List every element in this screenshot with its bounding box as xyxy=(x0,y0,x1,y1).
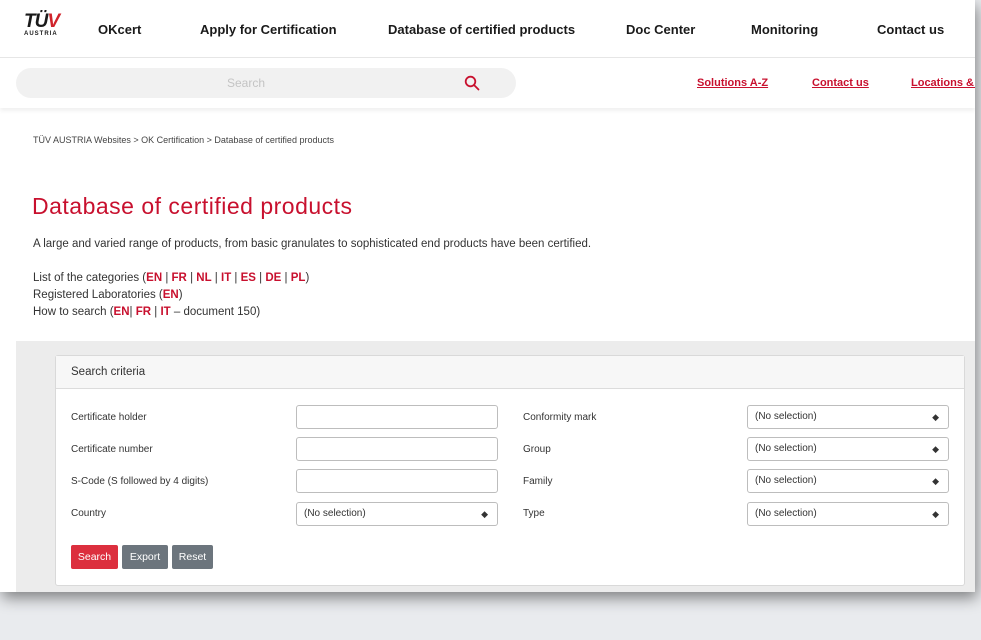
label-certificate-number: Certificate number xyxy=(71,444,153,455)
select-arrows-icon: ◆ xyxy=(932,509,939,519)
reset-button[interactable]: Reset xyxy=(172,545,213,569)
label-country: Country xyxy=(71,508,107,519)
conformity-mark-value: (No selection) xyxy=(755,411,817,422)
type-value: (No selection) xyxy=(755,508,817,519)
labs-en-link[interactable]: EN xyxy=(163,289,179,301)
search-icon[interactable] xyxy=(464,75,480,91)
conformity-mark-select[interactable]: (No selection) ◆ xyxy=(747,405,949,429)
select-arrows-icon: ◆ xyxy=(932,476,939,486)
group-select[interactable]: (No selection) ◆ xyxy=(747,437,949,461)
browser-page: TÜV AUSTRIA OKcert Apply for Certificati… xyxy=(0,0,975,592)
categories-line: List of the categories (EN | FR | NL | I… xyxy=(33,272,310,284)
type-select[interactable]: (No selection) ◆ xyxy=(747,502,949,526)
link-solutions-a-z[interactable]: Solutions A-Z xyxy=(697,77,768,89)
link-contact-us[interactable]: Contact us xyxy=(812,77,869,89)
nav-database-certified-products[interactable]: Database of certified products xyxy=(388,22,575,37)
label-type: Type xyxy=(523,508,545,519)
nav-apply-certification[interactable]: Apply for Certification xyxy=(200,22,337,37)
resource-links: List of the categories (EN | FR | NL | I… xyxy=(33,270,309,321)
select-arrows-icon: ◆ xyxy=(481,509,488,519)
breadcrumb: TÜV AUSTRIA Websites > OK Certification … xyxy=(33,135,334,145)
certificate-number-input[interactable] xyxy=(296,437,498,461)
panel-header: Search criteria xyxy=(56,356,964,389)
page-title: Database of certified products xyxy=(32,193,353,219)
search-bar-row: Solutions A-Z Contact us Locations & I xyxy=(0,58,975,108)
nav-monitoring[interactable]: Monitoring xyxy=(751,22,818,37)
export-button[interactable]: Export xyxy=(122,545,168,569)
select-arrows-icon: ◆ xyxy=(932,444,939,454)
categories-es-link[interactable]: ES xyxy=(241,272,256,284)
categories-en-link[interactable]: EN xyxy=(146,272,162,284)
categories-fr-link[interactable]: FR xyxy=(172,272,187,284)
country-select-value: (No selection) xyxy=(304,508,366,519)
tuv-austria-logo[interactable]: TÜV AUSTRIA xyxy=(24,11,64,43)
nav-contact-us[interactable]: Contact us xyxy=(877,22,944,37)
family-select[interactable]: (No selection) ◆ xyxy=(747,469,949,493)
search-box xyxy=(16,68,516,98)
select-arrows-icon: ◆ xyxy=(932,412,939,422)
group-value: (No selection) xyxy=(755,443,817,454)
labs-line: Registered Laboratories (EN) xyxy=(33,289,183,301)
howto-it-link[interactable]: IT xyxy=(160,306,170,318)
top-navigation: TÜV AUSTRIA OKcert Apply for Certificati… xyxy=(0,0,975,58)
categories-it-link[interactable]: IT xyxy=(221,272,231,284)
s-code-input[interactable] xyxy=(296,469,498,493)
search-button[interactable]: Search xyxy=(71,545,118,569)
label-s-code: S-Code (S followed by 4 digits) xyxy=(71,476,209,487)
label-conformity-mark: Conformity mark xyxy=(523,412,597,423)
certificate-holder-input[interactable] xyxy=(296,405,498,429)
howto-fr-link[interactable]: FR xyxy=(136,306,151,318)
label-group: Group xyxy=(523,444,551,455)
label-family: Family xyxy=(523,476,553,487)
howto-line: How to search (EN| FR | IT – document 15… xyxy=(33,306,261,318)
link-locations[interactable]: Locations & I xyxy=(911,77,975,89)
categories-pl-link[interactable]: PL xyxy=(291,272,306,284)
country-select[interactable]: (No selection) ◆ xyxy=(296,502,498,526)
search-input[interactable] xyxy=(16,68,476,98)
label-certificate-holder: Certificate holder xyxy=(71,412,147,423)
nav-doc-center[interactable]: Doc Center xyxy=(626,22,695,37)
nav-okcert[interactable]: OKcert xyxy=(98,22,141,37)
family-value: (No selection) xyxy=(755,475,817,486)
intro-text: A large and varied range of products, fr… xyxy=(33,238,592,250)
categories-de-link[interactable]: DE xyxy=(265,272,281,284)
categories-nl-link[interactable]: NL xyxy=(196,272,211,284)
logo-mark: TÜV xyxy=(24,11,60,32)
howto-en-link[interactable]: EN xyxy=(114,306,130,318)
